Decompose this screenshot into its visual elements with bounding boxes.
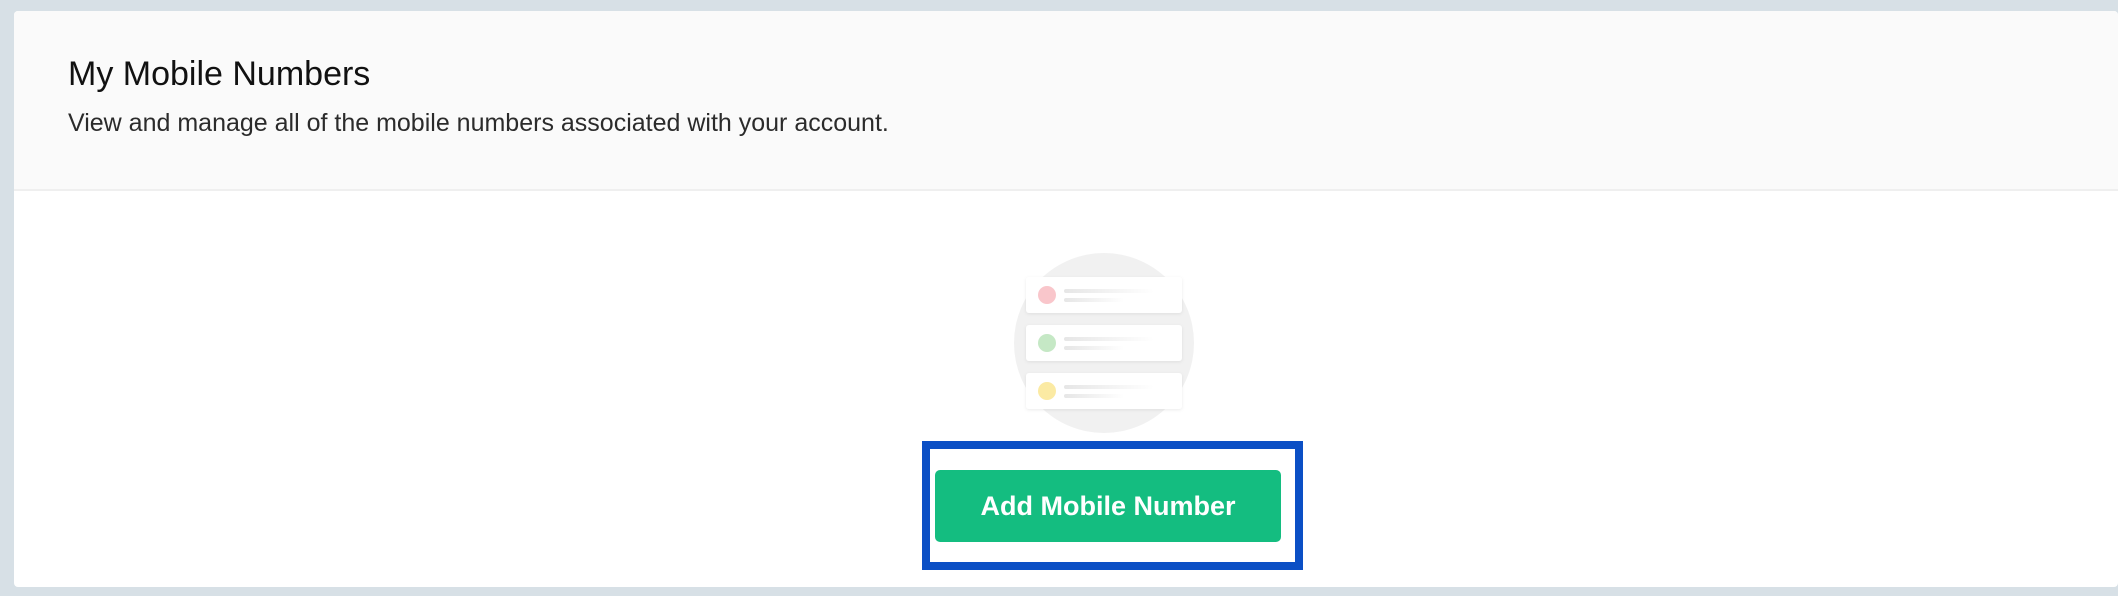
dot-yellow xyxy=(1038,382,1056,400)
dot-red xyxy=(1038,286,1056,304)
panel-header: My Mobile Numbers View and manage all of… xyxy=(14,11,2118,191)
mobile-numbers-panel: My Mobile Numbers View and manage all of… xyxy=(14,11,2118,587)
page-title: My Mobile Numbers xyxy=(68,55,371,93)
dot-green xyxy=(1038,334,1056,352)
empty-state-illustration xyxy=(1014,253,1194,433)
add-mobile-number-button[interactable]: Add Mobile Number xyxy=(935,470,1281,542)
page-description: View and manage all of the mobile number… xyxy=(68,109,889,137)
mobile-list-empty-icon xyxy=(1004,241,1204,436)
